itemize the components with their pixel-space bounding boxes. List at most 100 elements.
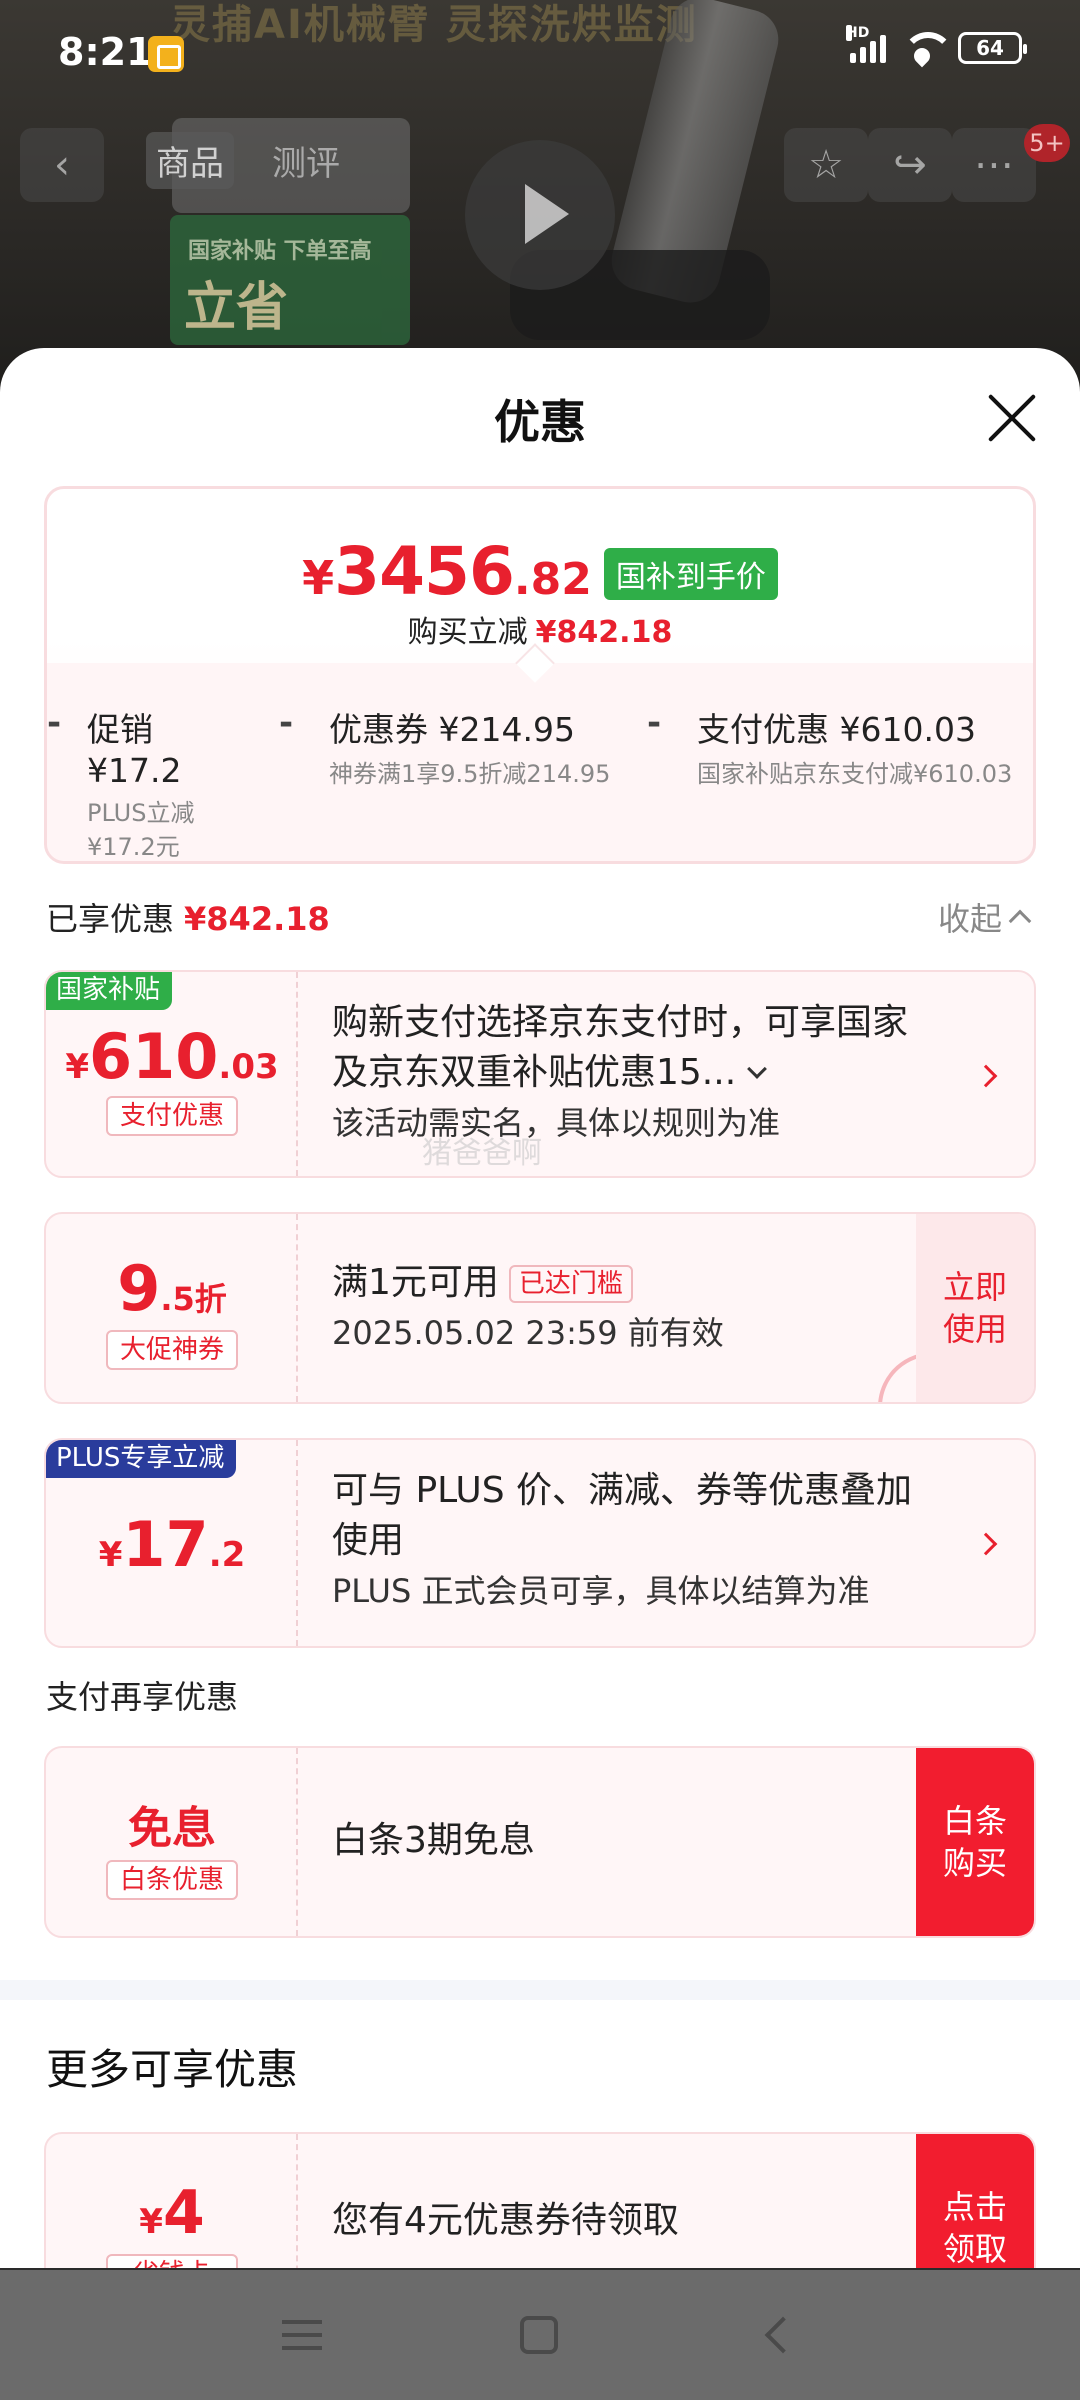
deal-note: PLUS 正式会员可享，具体以结算为准 (332, 1572, 870, 1610)
threshold-tag: 已达门槛 (508, 1265, 633, 1303)
sheet-title: 优惠 (494, 395, 586, 449)
deal-description: 白条3期免息 (332, 1820, 535, 1861)
deal-expiry: 2025.05.02 23:59 前有效 (332, 1314, 724, 1352)
deal-value-int: 17 (122, 1508, 209, 1581)
section-divider (0, 1980, 1080, 2000)
collapse-button[interactable]: 收起 (938, 894, 1032, 940)
deal-line: 可与 PLUS 价、满减、券等优惠叠加 (332, 1470, 913, 1511)
deal-line: 满1元可用 (332, 1262, 499, 1303)
price-decimal: .82 (513, 554, 592, 605)
system-nav-bar (0, 2270, 1080, 2400)
status-bar: 8:21 HD 64 (0, 0, 1080, 110)
enjoyed-label: 已享优惠 (46, 900, 175, 938)
deal-description: 可与 PLUS 价、满减、券等优惠叠加 使用 PLUS 正式会员可享，具体以结算… (332, 1466, 934, 1616)
home-icon[interactable] (520, 2316, 558, 2354)
deal-value: 免息 (128, 1803, 216, 1854)
deal-label: 省钱卡 (106, 2254, 238, 2268)
deal-description: 您有4元优惠券待领取 (332, 2200, 679, 2241)
breakdown-payment: 支付优惠 ¥610.03 国家补贴京东支付减¥610.03 (697, 703, 1033, 791)
deal-description: 购新支付选择京东支付时，可享国家 及京东双重补贴优惠15... 该活动需实名，具… (332, 998, 934, 1148)
deal-value-int: 4 (162, 2178, 205, 2248)
notification-icon (148, 36, 184, 72)
deal-currency: ¥ (98, 1535, 123, 1575)
deal-value: ¥610.03 (46, 1020, 298, 1093)
favorite-icon: ☆ (784, 128, 868, 202)
tab-review: 测评 (272, 143, 340, 184)
deal-line: 及京东双重补贴优惠15... (332, 1052, 737, 1093)
deal-value-dec: .2 (208, 1535, 246, 1575)
wifi-icon (900, 32, 954, 64)
deal-line: 使用 (332, 1520, 405, 1561)
deal-value-dec: .5折 (160, 1280, 227, 1318)
share-icon: ↪ (868, 128, 952, 202)
deal-line: 购新支付选择京东支付时，可享国家 (332, 1002, 909, 1043)
enjoyed-amount: ¥842.18 (184, 900, 330, 938)
enjoyed-discount: 已享优惠 ¥842.18 (46, 894, 330, 940)
deal-corner-tag: 国家补贴 (46, 972, 173, 1010)
baitiao-buy-button[interactable]: 白条购买 (916, 1748, 1034, 1936)
chevron-down-icon (747, 1059, 768, 1079)
breakdown-promo: 促销 ¥17.2 PLUS立减 ¥17.2元 (87, 703, 257, 864)
breakdown-detail: PLUS立减 ¥17.2元 (87, 799, 195, 861)
deal-description: 满1元可用 已达门槛 2025.05.02 23:59 前有效 (332, 1258, 894, 1358)
battery-icon: 64 (958, 32, 1027, 64)
signal-icon: HD (846, 25, 886, 63)
pay-section-label: 支付再享优惠 (46, 1678, 239, 1716)
breakdown-title: 促销 ¥17.2 (87, 710, 182, 790)
final-price: ¥ 3456 .82 (302, 533, 592, 610)
deal-label: 支付优惠 (106, 1096, 238, 1136)
tab-product: 商品 (146, 131, 234, 189)
battery-level: 64 (976, 36, 1004, 60)
watermark: 猪爸爸啊 (422, 1136, 542, 1171)
breakdown-title: 优惠券 ¥214.95 (329, 710, 575, 749)
chevron-right-icon (974, 1064, 998, 1088)
deal-value-int: 9 (117, 1252, 161, 1325)
deal-label: 大促神券 (106, 1330, 238, 1370)
use-now-button[interactable]: 立即使用 (916, 1214, 1034, 1402)
deal-value-panel: 9.5折 大促神券 (46, 1214, 298, 1402)
breakdown-separator: - (47, 703, 62, 743)
deal-currency: ¥ (139, 2202, 163, 2242)
discount-breakdown: - 促销 ¥17.2 PLUS立减 ¥17.2元 - 优惠券 ¥214.95 神… (47, 663, 1033, 861)
subsidy-promo: 国家补贴 下单至高 立省15% (170, 215, 410, 400)
deal-value: ¥17.2 (46, 1508, 298, 1581)
deal-value-int: 610 (89, 1020, 219, 1093)
breakdown-detail: 国家补贴京东支付减¥610.03 (697, 760, 1013, 788)
breakdown-separator: - (647, 703, 662, 743)
deal-plus[interactable]: ¥17.2 PLUS专享立减 可与 PLUS 价、满减、券等优惠叠加 使用 PL… (44, 1438, 1036, 1648)
back-button: ‹ (20, 128, 104, 202)
deal-value: 9.5折 (46, 1252, 298, 1325)
deal-currency: ¥ (65, 1047, 89, 1087)
hd-label: HD (846, 25, 870, 41)
deal-corner-tag: PLUS专享立减 (46, 1440, 237, 1478)
status-time: 8:21 (58, 30, 153, 74)
buy-discount-amount: ¥842.18 (535, 615, 673, 650)
deal-baitiao: 免息 白条优惠 白条3期免息 白条购买 (44, 1746, 1036, 1938)
deal-line-expand[interactable]: 及京东双重补贴优惠15... (332, 1048, 934, 1098)
claim-button[interactable]: 点击领取 (916, 2134, 1034, 2268)
menu-icon[interactable] (282, 2320, 322, 2350)
back-icon[interactable] (764, 2316, 802, 2354)
deal-coupon: 9.5折 大促神券 满1元可用 已达门槛 2025.05.02 23:59 前有效… (44, 1212, 1036, 1404)
breakdown-title: 支付优惠 ¥610.03 (697, 710, 976, 749)
play-video-button (465, 140, 615, 290)
discount-sheet: 优惠 ¥ 3456 .82 国补到手价 购买立减 ¥842.18 - 促销 ¥17… (0, 348, 1080, 2268)
price-currency: ¥ (302, 551, 335, 605)
collapse-label: 收起 (938, 900, 1003, 938)
product-tabs: 商品 测评 (146, 128, 350, 192)
message-badge: 5+ (1024, 124, 1070, 162)
deal-value-dec: .03 (218, 1047, 279, 1087)
close-icon[interactable] (984, 390, 1040, 446)
more-discounts-title: 更多可享优惠 (46, 2045, 299, 2094)
deal-value-panel: 免息 白条优惠 (46, 1748, 298, 1936)
promo-line1: 国家补贴 下单至高 (188, 239, 372, 264)
deal-value: ¥4 (46, 2178, 298, 2248)
breakdown-coupon: 优惠券 ¥214.95 神券满1享9.5折减214.95 (329, 703, 649, 791)
price-summary-card: ¥ 3456 .82 国补到手价 购买立减 ¥842.18 - 促销 ¥17.2 … (44, 486, 1036, 864)
chevron-right-icon (974, 1532, 998, 1556)
deal-savings-card: ¥4 省钱卡 您有4元优惠券待领取 点击领取 (44, 2132, 1036, 2268)
deal-value-panel: ¥4 省钱卡 (46, 2134, 298, 2268)
deal-label: 白条优惠 (106, 1860, 238, 1900)
subsidy-price-tag: 国补到手价 (603, 548, 778, 600)
breakdown-separator: - (279, 703, 294, 743)
